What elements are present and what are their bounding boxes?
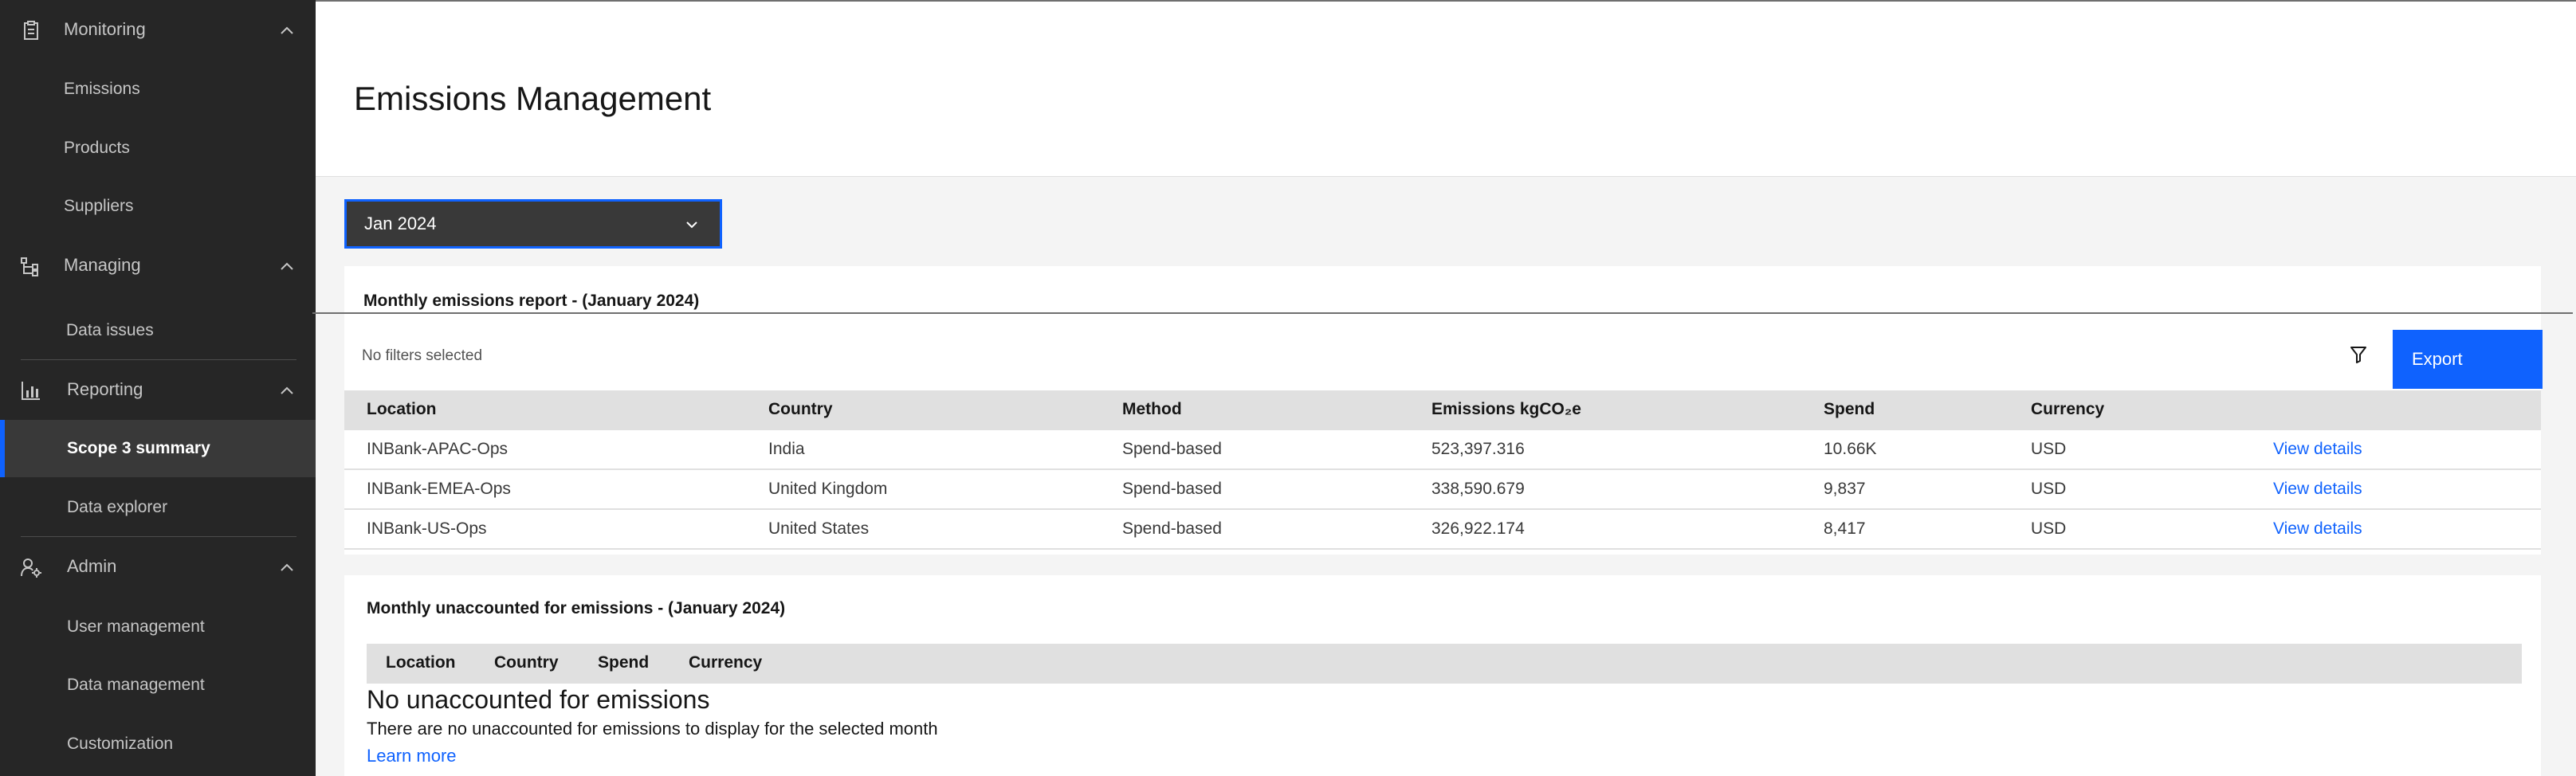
cell-country: United States bbox=[768, 519, 870, 538]
cell-location: INBank-EMEA-Ops bbox=[367, 480, 511, 498]
sidebar-item-customization[interactable]: Customization bbox=[0, 715, 316, 773]
table-row: INBank-US-Ops United States Spend-based … bbox=[344, 510, 2541, 550]
empty-state-title: No unaccounted for emissions bbox=[367, 685, 710, 714]
chevron-down-icon bbox=[686, 221, 697, 229]
hierarchy-icon bbox=[21, 257, 38, 276]
cell-method: Spend-based bbox=[1122, 519, 1222, 538]
sidebar-item-products[interactable]: Products bbox=[0, 120, 316, 177]
chevron-up-icon bbox=[281, 386, 293, 394]
table-row: INBank-EMEA-Ops United Kingdom Spend-bas… bbox=[344, 470, 2541, 510]
sidebar-item-data-issues[interactable]: Data issues bbox=[0, 302, 316, 359]
sidebar-item-label: Customization bbox=[67, 735, 174, 753]
month-dropdown[interactable]: Jan 2024 bbox=[344, 199, 722, 249]
filter-icon[interactable] bbox=[2348, 344, 2369, 365]
sidebar-item-label: Data explorer bbox=[67, 498, 168, 516]
nav-group-label: Managing bbox=[64, 255, 141, 275]
page-title: Emissions Management bbox=[354, 80, 712, 117]
sidebar-item-label: Products bbox=[64, 139, 130, 157]
column-header-location[interactable]: Location bbox=[386, 653, 456, 672]
chevron-up-icon bbox=[281, 563, 293, 571]
cell-currency: USD bbox=[2031, 519, 2067, 538]
unaccounted-emissions-title: Monthly unaccounted for emissions - (Jan… bbox=[367, 599, 786, 617]
column-header-currency[interactable]: Currency bbox=[2031, 400, 2104, 419]
view-details-link[interactable]: View details bbox=[2273, 519, 2362, 539]
nav-group-admin[interactable]: Admin bbox=[0, 538, 316, 595]
sidebar-item-data-management[interactable]: Data management bbox=[0, 656, 316, 714]
sidebar-item-label: Scope 3 summary bbox=[67, 439, 210, 457]
column-header-currency[interactable]: Currency bbox=[689, 653, 762, 672]
cell-spend: 9,837 bbox=[1824, 480, 1866, 498]
view-details-link[interactable]: View details bbox=[2273, 480, 2362, 499]
table-header: Location Country Spend Currency bbox=[367, 644, 2522, 684]
cell-location: INBank-APAC-Ops bbox=[367, 440, 508, 458]
view-details-link[interactable]: View details bbox=[2273, 440, 2362, 459]
nav-divider bbox=[21, 536, 296, 537]
emissions-report-title: Monthly emissions report - (January 2024… bbox=[363, 292, 700, 310]
export-button[interactable]: Export bbox=[2393, 330, 2543, 389]
cell-currency: USD bbox=[2031, 440, 2067, 458]
cell-emissions: 523,397.316 bbox=[1431, 440, 1525, 458]
sidebar-item-label: User management bbox=[67, 617, 205, 636]
cell-spend: 8,417 bbox=[1824, 519, 1866, 538]
cell-method: Spend-based bbox=[1122, 440, 1222, 458]
chevron-up-icon bbox=[281, 26, 293, 34]
nav-group-label: Monitoring bbox=[64, 19, 146, 39]
table-row: INBank-APAC-Ops India Spend-based 523,39… bbox=[344, 430, 2541, 470]
sidebar-item-scope-3-summary[interactable]: Scope 3 summary bbox=[0, 420, 316, 477]
cell-method: Spend-based bbox=[1122, 480, 1222, 498]
column-header-country[interactable]: Country bbox=[494, 653, 559, 672]
empty-state-description: There are no unaccounted for emissions t… bbox=[367, 719, 938, 739]
column-header-spend[interactable]: Spend bbox=[598, 653, 649, 672]
nav-group-monitoring[interactable]: Monitoring bbox=[0, 1, 316, 58]
column-header-country[interactable]: Country bbox=[768, 400, 833, 419]
divider bbox=[312, 312, 2573, 314]
chevron-up-icon bbox=[281, 262, 293, 270]
user-admin-icon bbox=[21, 558, 41, 578]
cell-emissions: 326,922.174 bbox=[1431, 519, 1525, 538]
filters-status: No filters selected bbox=[362, 347, 483, 364]
clipboard-icon bbox=[24, 21, 38, 40]
sidebar-item-label: Emissions bbox=[64, 80, 140, 98]
cell-emissions: 338,590.679 bbox=[1431, 480, 1525, 498]
learn-more-link[interactable]: Learn more bbox=[367, 746, 457, 766]
sidebar-item-label: Suppliers bbox=[64, 197, 134, 215]
cell-location: INBank-US-Ops bbox=[367, 519, 487, 538]
month-dropdown-value: Jan 2024 bbox=[364, 214, 437, 233]
unaccounted-emissions-card: Monthly unaccounted for emissions - (Jan… bbox=[344, 575, 2541, 776]
report-chart-icon bbox=[22, 382, 40, 400]
sidebar-item-label: Data issues bbox=[66, 321, 154, 339]
nav-group-managing[interactable]: Managing bbox=[0, 237, 316, 294]
sidebar-item-data-explorer[interactable]: Data explorer bbox=[0, 479, 316, 536]
column-header-emissions[interactable]: Emissions kgCO₂e bbox=[1431, 400, 1581, 419]
sidebar-item-user-management[interactable]: User management bbox=[0, 598, 316, 656]
cell-currency: USD bbox=[2031, 480, 2067, 498]
cell-country: India bbox=[768, 440, 805, 458]
nav-group-label: Reporting bbox=[67, 379, 143, 399]
side-navigation: Monitoring Emissions Products Suppliers … bbox=[0, 0, 316, 776]
sidebar-item-suppliers[interactable]: Suppliers bbox=[0, 178, 316, 235]
nav-group-reporting[interactable]: Reporting bbox=[0, 361, 316, 418]
nav-group-label: Admin bbox=[67, 556, 117, 576]
nav-divider bbox=[21, 359, 296, 360]
cell-spend: 10.66K bbox=[1824, 440, 1877, 458]
sidebar-item-emissions[interactable]: Emissions bbox=[0, 61, 316, 118]
column-header-spend[interactable]: Spend bbox=[1824, 400, 1875, 419]
column-header-location[interactable]: Location bbox=[367, 400, 437, 419]
column-header-method[interactable]: Method bbox=[1122, 400, 1182, 419]
table-header: Location Country Method Emissions kgCO₂e… bbox=[344, 390, 2541, 430]
emissions-report-card: Monthly emissions report - (January 2024… bbox=[312, 266, 2573, 555]
cell-country: United Kingdom bbox=[768, 480, 888, 498]
sidebar-item-label: Data management bbox=[67, 676, 205, 694]
